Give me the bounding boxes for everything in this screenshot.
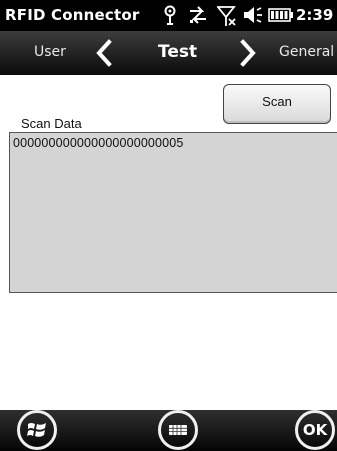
battery-icon bbox=[268, 8, 293, 22]
data-transfer-icon bbox=[190, 6, 206, 24]
chevron-left-icon[interactable] bbox=[94, 39, 114, 67]
volume-icon bbox=[244, 7, 262, 23]
bottom-bar: OK bbox=[0, 410, 337, 451]
windows-start-icon bbox=[27, 423, 46, 437]
scan-data-label: Scan Data bbox=[21, 116, 82, 131]
keyboard-button[interactable] bbox=[158, 410, 198, 450]
scan-data-field[interactable]: 000000000000000000000005 bbox=[9, 132, 337, 293]
clock: 2:39 bbox=[296, 6, 334, 24]
ok-label: OK bbox=[302, 421, 328, 439]
keyboard-icon bbox=[169, 425, 187, 435]
main-content: Scan Scan Data 000000000000000000000005 bbox=[0, 75, 337, 410]
signal-no-service-icon bbox=[217, 6, 236, 26]
scan-button[interactable]: Scan bbox=[223, 84, 331, 124]
nav-prev-label[interactable]: User bbox=[34, 44, 66, 60]
start-button[interactable] bbox=[17, 410, 57, 450]
ok-button[interactable]: OK bbox=[295, 410, 335, 450]
app-title: RFID Connector bbox=[5, 6, 140, 24]
scan-data-value: 000000000000000000000005 bbox=[13, 136, 184, 150]
nav-current-label: Test bbox=[158, 42, 198, 62]
connection-icon bbox=[164, 5, 176, 25]
nav-next-label[interactable]: General bbox=[279, 44, 334, 60]
chevron-right-icon[interactable] bbox=[238, 39, 258, 67]
status-bar: RFID Connector 2:39 bbox=[0, 0, 337, 31]
navigation-bar: User Test General bbox=[0, 31, 337, 75]
